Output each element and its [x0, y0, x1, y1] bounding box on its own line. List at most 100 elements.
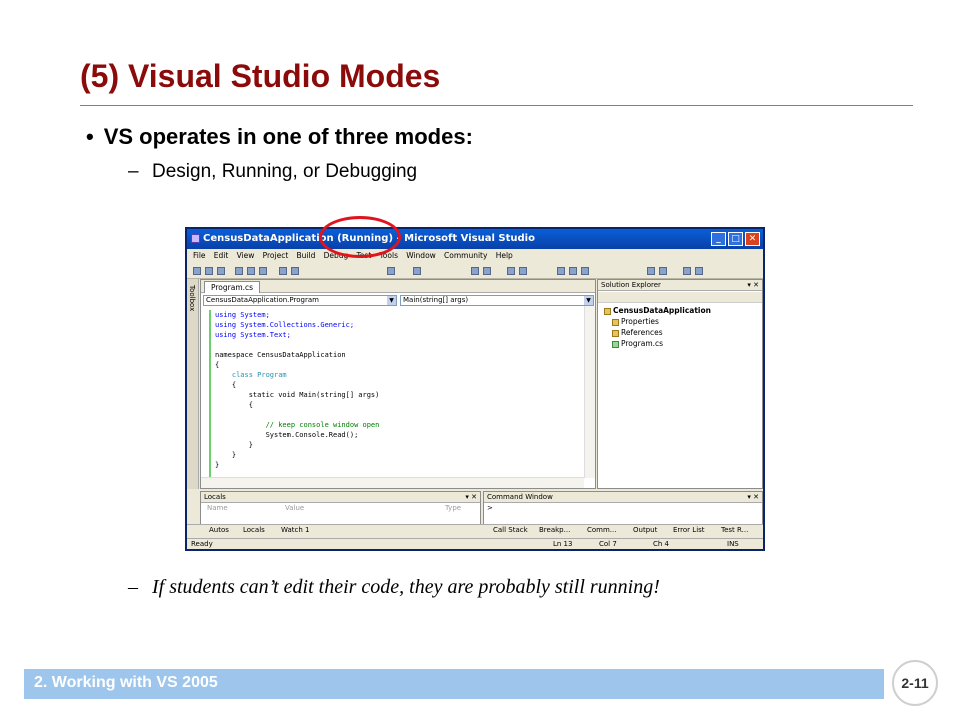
tab-command-window[interactable]: Comm...: [587, 526, 616, 534]
toolbox-label: Toolbox: [188, 285, 196, 312]
redo-icon[interactable]: [291, 267, 299, 275]
tab-autos[interactable]: Autos: [209, 526, 229, 534]
code-line: }: [215, 441, 253, 449]
comment-icon[interactable]: [647, 267, 655, 275]
stop-debugging-icon[interactable]: [483, 267, 491, 275]
save-icon[interactable]: [217, 267, 225, 275]
code-line: System.Console.Read();: [215, 431, 359, 439]
menu-view[interactable]: View: [234, 249, 258, 262]
document-tabs: Program.cs: [201, 280, 595, 293]
code-area[interactable]: using System; using System.Collections.G…: [215, 310, 581, 478]
tree-item-program-cs[interactable]: Program.cs: [612, 339, 663, 348]
command-prompt: >: [487, 504, 493, 512]
toolbox-icon[interactable]: [581, 267, 589, 275]
code-line: // keep console window open: [215, 421, 380, 429]
step-into-icon[interactable]: [507, 267, 515, 275]
status-text: Ready: [191, 540, 213, 548]
editor-vertical-scrollbar[interactable]: [584, 306, 595, 478]
tab-watch-1[interactable]: Watch 1: [281, 526, 309, 534]
tab-error-list[interactable]: Error List: [673, 526, 705, 534]
vs-window: CensusDataApplication (Running) - Micros…: [185, 227, 765, 551]
bullet-marker: •: [86, 124, 94, 149]
folder-icon: [612, 318, 619, 326]
menu-edit[interactable]: Edit: [211, 249, 232, 262]
tree-item-label: References: [621, 328, 663, 337]
uncomment-icon[interactable]: [659, 267, 667, 275]
menu-build[interactable]: Build: [294, 249, 319, 262]
sub-bullet-modes-text: Design, Running, or Debugging: [152, 161, 418, 182]
code-line: }: [215, 461, 220, 469]
title-divider: [80, 105, 913, 106]
open-icon[interactable]: [205, 267, 213, 275]
copy-icon[interactable]: [247, 267, 255, 275]
status-insert-mode: INS: [727, 540, 739, 548]
sub-bullet-tip: – If students can’t edit their code, they…: [128, 576, 660, 599]
next-bookmark-icon[interactable]: [695, 267, 703, 275]
member-combo-value: Main(string[] args): [403, 296, 469, 304]
tree-item-references[interactable]: References: [612, 328, 663, 337]
footer-bar: 2. Working with VS 2005: [24, 669, 884, 699]
menu-help[interactable]: Help: [493, 249, 516, 262]
solution-explorer-toolbar: [598, 292, 762, 303]
project-icon: [604, 307, 611, 315]
column-header-type: Type: [445, 504, 462, 512]
tree-item-label: Program.cs: [621, 339, 664, 348]
undo-icon[interactable]: [279, 267, 287, 275]
bookmark-icon[interactable]: [683, 267, 691, 275]
code-line: {: [215, 381, 237, 389]
new-project-icon[interactable]: [193, 267, 201, 275]
code-editor[interactable]: Program.cs CensusDataApplication.Program…: [200, 279, 596, 489]
status-column: Col 7: [599, 540, 617, 548]
pane-close-icon[interactable]: ▾ ✕: [747, 280, 759, 290]
menu-community[interactable]: Community: [441, 249, 490, 262]
close-button[interactable]: ✕: [745, 232, 760, 246]
menu-file[interactable]: File: [190, 249, 209, 262]
chevron-down-icon: ▼: [584, 296, 593, 305]
start-icon[interactable]: [413, 267, 421, 275]
tab-call-stack[interactable]: Call Stack: [493, 526, 528, 534]
bullet-main: • VS operates in one of three modes:: [86, 124, 473, 150]
tab-program-cs[interactable]: Program.cs: [204, 281, 261, 293]
tree-item-project[interactable]: CensusDataApplication: [604, 306, 711, 315]
menu-project[interactable]: Project: [260, 249, 292, 262]
sub-bullet-modes: – Design, Running, or Debugging: [128, 161, 417, 183]
command-window-title: Command Window ▾ ✕: [484, 492, 762, 503]
break-all-icon[interactable]: [471, 267, 479, 275]
tab-test-results[interactable]: Test R...: [721, 526, 748, 534]
bottom-tool-tabs: Autos Locals Watch 1 Call Stack Breakp..…: [187, 524, 763, 537]
paste-icon[interactable]: [259, 267, 267, 275]
class-combo-value: CensusDataApplication.Program: [206, 296, 319, 304]
tab-breakpoints[interactable]: Breakp...: [539, 526, 570, 534]
step-over-icon[interactable]: [519, 267, 527, 275]
code-line: namespace CensusDataApplication: [215, 351, 346, 359]
chevron-down-icon: ▼: [387, 296, 396, 305]
status-line: Ln 13: [553, 540, 573, 548]
cut-icon[interactable]: [235, 267, 243, 275]
footer-text: 2. Working with VS 2005: [34, 674, 218, 691]
tab-output[interactable]: Output: [633, 526, 657, 534]
vs-app-icon: [191, 234, 200, 243]
sub-bullet-tip-text: If students can’t edit their code, they …: [152, 576, 660, 598]
command-window-title-text: Command Window: [487, 493, 553, 501]
pane-close-icon[interactable]: ▾ ✕: [465, 492, 477, 502]
menu-window[interactable]: Window: [403, 249, 439, 262]
tree-item-properties[interactable]: Properties: [612, 317, 659, 326]
code-line: static void Main(string[] args): [215, 391, 380, 399]
tree-item-label: CensusDataApplication: [613, 306, 711, 315]
solution-explorer-icon[interactable]: [557, 267, 565, 275]
locals-title-text: Locals: [204, 493, 226, 501]
find-icon[interactable]: [387, 267, 395, 275]
maximize-button[interactable]: □: [728, 232, 743, 246]
folder-icon: [612, 329, 619, 337]
minimize-button[interactable]: _: [711, 232, 726, 246]
member-combo[interactable]: Main(string[] args) ▼: [400, 295, 594, 306]
toolbox-strip[interactable]: Toolbox: [187, 279, 199, 489]
tab-locals[interactable]: Locals: [243, 526, 265, 534]
vs-titlebar: CensusDataApplication (Running) - Micros…: [187, 229, 763, 249]
standard-toolbar: [187, 264, 763, 279]
pane-close-icon[interactable]: ▾ ✕: [747, 492, 759, 502]
solution-explorer-title-text: Solution Explorer: [601, 281, 661, 289]
class-combo[interactable]: CensusDataApplication.Program ▼: [203, 295, 397, 306]
properties-icon[interactable]: [569, 267, 577, 275]
editor-horizontal-scrollbar[interactable]: [201, 477, 584, 488]
